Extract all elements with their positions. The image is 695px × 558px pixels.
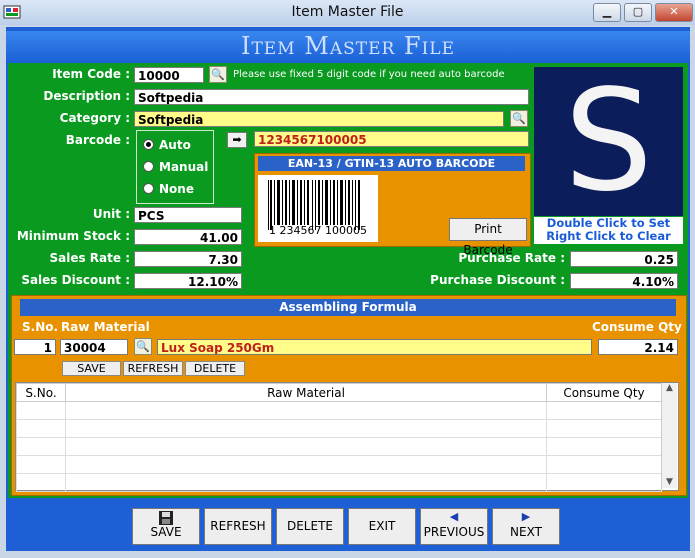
item-code-hint: Please use fixed 5 digit code if you nee… [233,69,505,80]
search-icon: 🔍 [512,112,526,125]
sales-rate-label: Sales Rate : [49,251,130,265]
minimize-button[interactable]: ▁ [593,3,621,22]
assembling-table: S.No. Raw Material Consume Qty [16,383,662,492]
asm-save-button[interactable]: SAVE [62,361,121,376]
description-label: Description : [43,89,130,103]
print-barcode-button[interactable]: Print Barcode [449,218,527,257]
previous-button[interactable]: ◀ PREVIOUS [420,508,488,545]
close-button[interactable]: ✕ [655,3,693,22]
asm-search-button[interactable]: 🔍 [134,338,152,355]
sales-discount-label: Sales Discount : [21,273,130,287]
category-field[interactable]: Softpedia [134,111,504,127]
radio-checked-icon [143,139,154,150]
photo-caption: Double Click to Set Right Click to Clear [534,217,683,244]
purchase-discount-field[interactable]: 4.10% [570,273,678,289]
grid-header-qty: Consume Qty [546,383,662,402]
purchase-rate-field[interactable]: 0.25 [570,251,678,267]
category-search-button[interactable]: 🔍 [510,110,528,127]
triangle-right-icon: ▶ [521,510,531,523]
minimize-icon: ▁ [602,5,612,18]
radio-unchecked-icon [143,183,154,194]
asm-col-sno: S.No. [22,320,59,334]
table-row[interactable] [16,437,662,456]
assembling-grid[interactable]: S.No. Raw Material Consume Qty [15,382,679,492]
min-stock-field[interactable]: 41.00 [134,229,242,245]
next-button[interactable]: ▶ NEXT [492,508,560,545]
photo-caption-clear: Right Click to Clear [546,229,671,243]
barcode-radio-manual[interactable]: Manual [143,160,208,174]
barcode-field[interactable]: 1234567100005 [254,131,529,147]
refresh-button-label: REFRESH [210,519,266,533]
table-row[interactable] [16,401,662,420]
exit-button[interactable]: EXIT [348,508,416,545]
close-icon: ✕ [669,5,679,18]
delete-button[interactable]: DELETE [276,508,344,545]
exit-button-label: EXIT [368,519,396,533]
radio-none-label: None [159,182,194,196]
triangle-left-icon: ◀ [449,510,459,523]
item-code-label: Item Code : [52,67,130,81]
barcode-generate-button[interactable]: ➡ [227,132,247,148]
maximize-button[interactable]: ▢ [624,3,652,22]
sales-rate-field[interactable]: 7.30 [134,251,242,267]
delete-button-label: DELETE [286,519,333,533]
barcode-radio-none[interactable]: None [143,182,194,196]
grid-header-raw: Raw Material [65,383,547,402]
save-button-label: SAVE [150,525,182,539]
asm-sno-field[interactable]: 1 [14,339,56,355]
purchase-discount-label: Purchase Discount : [430,273,565,287]
unit-label: Unit : [92,207,130,221]
grid-header-sno: S.No. [16,383,66,402]
asm-material-field[interactable]: Lux Soap 250Gm [157,339,592,355]
asm-qty-field[interactable]: 2.14 [598,339,678,355]
min-stock-label: Minimum Stock : [16,229,130,243]
radio-auto-label: Auto [159,138,191,152]
page-title: Item Master File [240,32,455,60]
barcode-label: Barcode : [65,133,130,147]
asm-code-field[interactable]: 30004 [60,339,128,355]
description-field[interactable]: Softpedia [134,89,529,105]
purchase-rate-label: Purchase Rate : [458,251,565,265]
save-button[interactable]: SAVE [132,508,200,545]
assembling-title: Assembling Formula [20,299,676,316]
asm-col-qty: Consume Qty [592,320,682,334]
radio-manual-label: Manual [159,160,209,174]
refresh-button[interactable]: REFRESH [204,508,272,545]
barcode-panel-title: EAN-13 / GTIN-13 AUTO BARCODE [258,156,525,171]
scroll-down-icon[interactable]: ▼ [662,477,677,487]
photo-letter: S [564,60,653,223]
sales-discount-field[interactable]: 12.10% [134,273,242,289]
scroll-up-icon[interactable]: ▲ [662,383,677,393]
search-icon: 🔍 [136,340,150,353]
window-title: Item Master File [291,4,404,20]
grid-scrollbar[interactable]: ▲ ▼ [661,383,677,488]
table-row[interactable] [16,473,662,492]
asm-delete-button[interactable]: DELETE [185,361,245,376]
floppy-disk-icon [133,509,199,525]
maximize-icon: ▢ [632,5,644,18]
item-code-field[interactable]: 10000 [134,67,204,83]
asm-col-raw: Raw Material [61,320,150,334]
window-bottom-edge [0,551,695,558]
barcode-radio-auto[interactable]: Auto [143,138,191,152]
table-row[interactable] [16,455,662,474]
barcode-image: 1 234567 100005 [258,175,378,242]
previous-button-label: PREVIOUS [423,525,485,539]
arrow-right-icon: ➡ [232,133,242,146]
unit-field[interactable]: PCS [134,207,242,223]
next-button-label: NEXT [510,525,542,539]
category-label: Category : [59,111,130,125]
radio-unchecked-icon [143,161,154,172]
table-row[interactable] [16,419,662,438]
asm-refresh-button[interactable]: REFRESH [123,361,183,376]
table-header-row: S.No. Raw Material Consume Qty [16,383,662,402]
search-icon: 🔍 [211,68,225,81]
item-code-search-button[interactable]: 🔍 [209,66,227,83]
barcode-digits: 1 234567 100005 [269,224,367,237]
